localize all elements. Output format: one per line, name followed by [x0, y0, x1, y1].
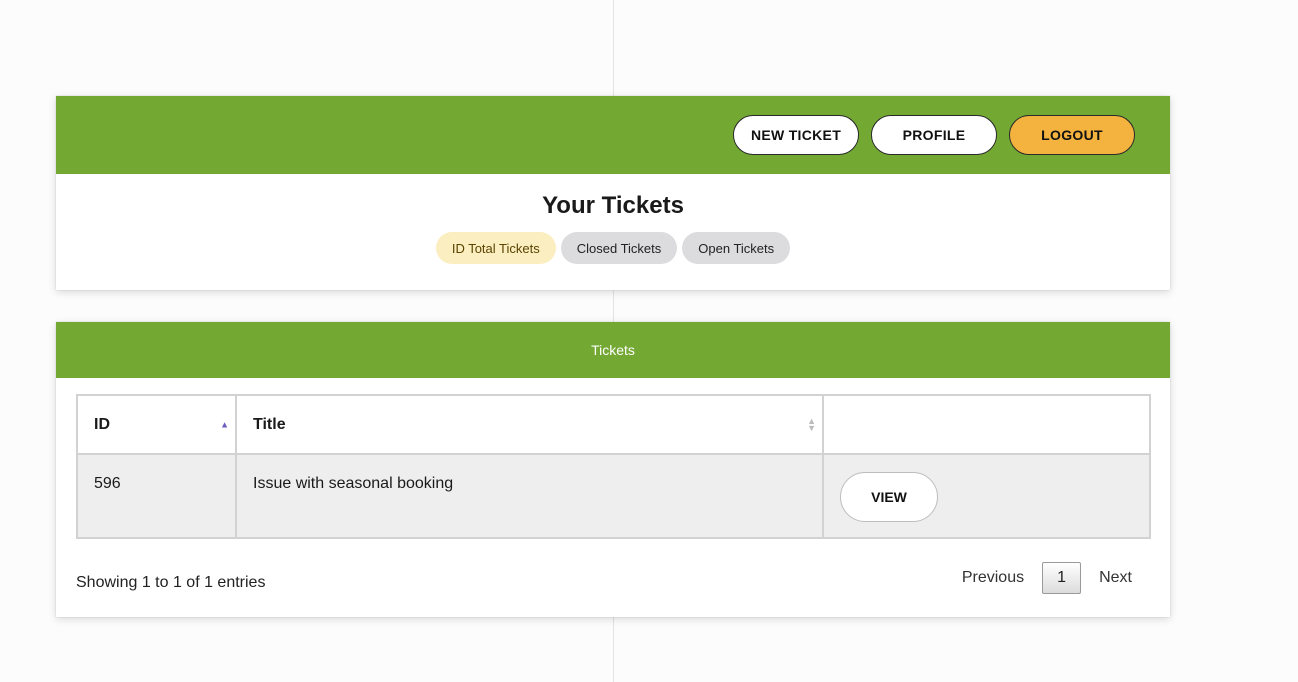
column-header-actions [822, 394, 1151, 455]
pagination-page-1[interactable]: 1 [1042, 562, 1082, 594]
cell-ticket-actions: VIEW [822, 453, 1151, 539]
new-ticket-button[interactable]: NEW TICKET [733, 115, 859, 155]
column-header-label: ID [94, 415, 110, 433]
column-header-id[interactable]: ID ▲ [76, 394, 237, 455]
tickets-table-card: Tickets ID ▲ Title ▲ ▼ 596 Issue with sea… [56, 322, 1170, 617]
badge-closed-tickets[interactable]: Closed Tickets [560, 232, 678, 264]
top-nav-bar: NEW TICKET PROFILE LOGOUT [56, 96, 1170, 174]
profile-button[interactable]: PROFILE [871, 115, 997, 155]
pagination-previous[interactable]: Previous [944, 569, 1042, 587]
sort-ascending-icon: ▲ [220, 419, 229, 429]
table-info: Showing 1 to 1 of 1 entries [76, 574, 266, 591]
logout-button[interactable]: LOGOUT [1009, 115, 1135, 155]
column-header-label: Title [253, 415, 286, 433]
badge-open-tickets[interactable]: Open Tickets [682, 232, 791, 264]
cell-ticket-title: Issue with seasonal booking [235, 453, 824, 539]
page-title: Your Tickets [542, 192, 684, 219]
pagination: Previous 1 Next [944, 562, 1150, 594]
column-header-title[interactable]: Title ▲ ▼ [235, 394, 824, 455]
tickets-table: ID ▲ Title ▲ ▼ 596 Issue with seasonal bo… [76, 394, 1151, 539]
tickets-panel-header: Tickets [56, 322, 1170, 378]
sort-both-icon: ▲ ▼ [807, 415, 816, 433]
pagination-next[interactable]: Next [1081, 569, 1150, 587]
badge-total-tickets[interactable]: ID Total Tickets [435, 232, 556, 264]
table-header-row: ID ▲ Title ▲ ▼ [76, 394, 1151, 455]
ticket-filter-badges: ID Total Tickets Closed Tickets Open Tic… [56, 232, 1170, 264]
tickets-overview-card: NEW TICKET PROFILE LOGOUT Your Tickets I… [56, 96, 1170, 290]
table-row: 596 Issue with seasonal booking VIEW [76, 453, 1151, 539]
cell-ticket-id: 596 [76, 453, 237, 539]
view-ticket-button[interactable]: VIEW [840, 472, 938, 522]
